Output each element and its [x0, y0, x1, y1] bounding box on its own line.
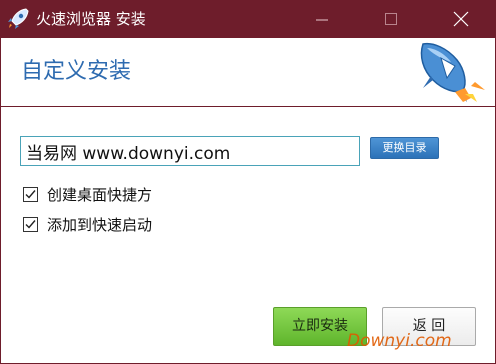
header-panel: 自定义安装 — [1, 38, 495, 106]
window-title: 火速浏览器 安装 — [36, 10, 146, 28]
quick-launch-label: 添加到快速启动 — [47, 216, 153, 234]
checkmark-icon — [25, 190, 36, 199]
quick-launch-checkbox[interactable] — [23, 217, 38, 232]
install-path-input[interactable] — [20, 136, 360, 166]
desktop-shortcut-checkbox[interactable] — [23, 187, 38, 202]
minimize-button[interactable] — [307, 5, 337, 33]
rocket-app-icon — [6, 7, 30, 31]
installer-window: 火速浏览器 安装 自定义安装 当易网 www.downyi.com 更换目录 创… — [0, 0, 496, 364]
checkmark-icon — [25, 220, 36, 229]
maximize-icon — [385, 13, 397, 25]
browse-directory-button[interactable]: 更换目录 — [370, 137, 439, 159]
maximize-button[interactable] — [376, 5, 406, 33]
title-bar[interactable]: 火速浏览器 安装 — [1, 1, 495, 38]
desktop-shortcut-label: 创建桌面快捷方 — [47, 186, 153, 204]
minimize-icon — [316, 19, 328, 21]
rocket-icon — [415, 40, 491, 106]
close-button[interactable] — [446, 5, 476, 33]
close-icon — [453, 11, 469, 27]
watermark-logo: Downyi.com — [347, 331, 452, 351]
header-divider — [1, 106, 495, 107]
page-title: 自定义安装 — [21, 59, 132, 84]
